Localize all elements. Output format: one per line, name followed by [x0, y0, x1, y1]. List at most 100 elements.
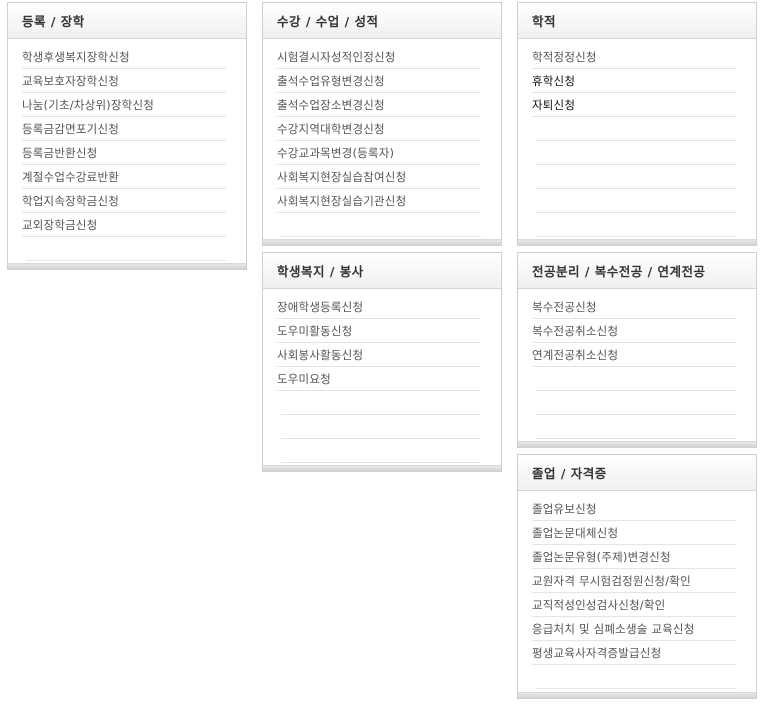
menu-row: 교직적성인성검사신청/확인	[532, 593, 736, 617]
menu-link[interactable]: 도우미요청	[277, 371, 331, 387]
panel-header: 등록 / 장학	[8, 3, 246, 39]
panel-links-course-class-grade: 시험결시자성적인정신청출석수업유형변경신청출석수업장소변경신청수강지역대학변경신…	[263, 39, 501, 237]
menu-row: 평생교육사자격증발급신청	[532, 641, 736, 665]
menu-row: 자퇴신청	[532, 93, 736, 117]
menu-row: 복수전공취소신청	[532, 319, 736, 343]
panel-links-graduation-certificate: 졸업유보신청졸업논문대체신청졸업논문유형(주제)변경신청교원자격 무시험검정원신…	[518, 491, 756, 689]
menu-link[interactable]: 수강지역대학변경신청	[277, 121, 385, 137]
panel-footer	[518, 239, 756, 245]
menu-row: 계절수업수강료반환	[22, 165, 226, 189]
panel-academic-record: 학적 학적정정신청휴학신청자퇴신청	[517, 2, 757, 246]
menu-row: 시험결시자성적인정신청	[277, 45, 481, 69]
menu-row: 졸업논문대체신청	[532, 521, 736, 545]
empty-row	[536, 189, 736, 213]
menu-link[interactable]: 계절수업수강료반환	[22, 169, 119, 185]
empty-row	[26, 237, 226, 261]
menu-row: 나눔(기초/차상위)장학신청	[22, 93, 226, 117]
menu-link[interactable]: 교직적성인성검사신청/확인	[532, 597, 665, 613]
panel-links-registration-scholarship: 학생후생복지장학신청교육보호자장학신청나눔(기초/차상위)장학신청등록금감면포기…	[8, 39, 246, 261]
menu-row: 교원자격 무시험검정원신청/확인	[532, 569, 736, 593]
menu-row: 도우미요청	[277, 367, 481, 391]
menu-link[interactable]: 휴학신청	[532, 73, 575, 89]
menu-link[interactable]: 출석수업장소변경신청	[277, 97, 385, 113]
panel-footer	[518, 441, 756, 447]
panel-footer	[518, 692, 756, 698]
menu-link[interactable]: 나눔(기초/차상위)장학신청	[22, 97, 154, 113]
empty-row	[536, 391, 736, 415]
menu-link[interactable]: 졸업논문대체신청	[532, 525, 618, 541]
panel-graduation-certificate: 졸업 / 자격증 졸업유보신청졸업논문대체신청졸업논문유형(주제)변경신청교원자…	[517, 454, 757, 699]
panel-header: 졸업 / 자격증	[518, 455, 756, 491]
panel-student-welfare-service: 학생복지 / 봉사 장애학생등록신청도우미활동신청사회봉사활동신청도우미요청	[262, 252, 502, 472]
empty-row	[536, 141, 736, 165]
menu-row: 출석수업유형변경신청	[277, 69, 481, 93]
panel-registration-scholarship: 등록 / 장학 학생후생복지장학신청교육보호자장학신청나눔(기초/차상위)장학신…	[7, 2, 247, 270]
menu-link[interactable]: 연계전공취소신청	[532, 347, 618, 363]
menu-row: 등록금감면포기신청	[22, 117, 226, 141]
menu-row: 수강교과목변경(등록자)	[277, 141, 481, 165]
panel-links-major: 복수전공신청복수전공취소신청연계전공취소신청	[518, 289, 756, 463]
menu-row: 응급처치 및 심폐소생술 교육신청	[532, 617, 736, 641]
menu-row: 수강지역대학변경신청	[277, 117, 481, 141]
menu-link[interactable]: 복수전공취소신청	[532, 323, 618, 339]
menu-link[interactable]: 학생후생복지장학신청	[22, 49, 130, 65]
panel-title-registration-scholarship: 등록 / 장학	[22, 14, 85, 29]
panel-header: 학생복지 / 봉사	[263, 253, 501, 289]
menu-link[interactable]: 사회봉사활동신청	[277, 347, 363, 363]
panel-course-class-grade: 수강 / 수업 / 성적 시험결시자성적인정신청출석수업유형변경신청출석수업장소…	[262, 2, 502, 246]
menu-link[interactable]: 교원자격 무시험검정원신청/확인	[532, 573, 691, 589]
menu-link[interactable]: 응급처치 및 심폐소생술 교육신청	[532, 621, 695, 637]
menu-link[interactable]: 자퇴신청	[532, 97, 575, 113]
empty-row	[536, 415, 736, 439]
menu-link[interactable]: 교외장학금신청	[22, 217, 97, 233]
panel-header: 학적	[518, 3, 756, 39]
menu-link[interactable]: 출석수업유형변경신청	[277, 73, 385, 89]
menu-link[interactable]: 졸업유보신청	[532, 501, 597, 517]
panel-title-student-welfare-service: 학생복지 / 봉사	[277, 264, 364, 279]
menu-row: 장애학생등록신청	[277, 295, 481, 319]
menu-link[interactable]: 등록금반환신청	[22, 145, 97, 161]
empty-row	[536, 367, 736, 391]
menu-row: 사회봉사활동신청	[277, 343, 481, 367]
empty-row	[536, 165, 736, 189]
menu-row: 사회복지현장실습참여신청	[277, 165, 481, 189]
menu-link[interactable]: 교육보호자장학신청	[22, 73, 119, 89]
empty-row	[281, 213, 481, 237]
menu-link[interactable]: 장애학생등록신청	[277, 299, 363, 315]
menu-link[interactable]: 도우미활동신청	[277, 323, 352, 339]
panel-footer	[263, 239, 501, 245]
empty-row	[281, 391, 481, 415]
menu-link[interactable]: 등록금감면포기신청	[22, 121, 119, 137]
empty-row	[536, 665, 736, 689]
panel-header: 전공분리 / 복수전공 / 연계전공	[518, 253, 756, 289]
menu-row: 등록금반환신청	[22, 141, 226, 165]
empty-row	[281, 415, 481, 439]
menu-link[interactable]: 복수전공신청	[532, 299, 597, 315]
menu-row: 학업지속장학금신청	[22, 189, 226, 213]
menu-link[interactable]: 시험결시자성적인정신청	[277, 49, 396, 65]
menu-row: 복수전공신청	[532, 295, 736, 319]
menu-link[interactable]: 평생교육사자격증발급신청	[532, 645, 661, 661]
panel-major: 전공분리 / 복수전공 / 연계전공 복수전공신청복수전공취소신청연계전공취소신…	[517, 252, 757, 463]
menu-link[interactable]: 학업지속장학금신청	[22, 193, 119, 209]
menu-row: 졸업유보신청	[532, 497, 736, 521]
panel-links-academic-record: 학적정정신청휴학신청자퇴신청	[518, 39, 756, 237]
menu-row: 학적정정신청	[532, 45, 736, 69]
panel-header: 수강 / 수업 / 성적	[263, 3, 501, 39]
panel-title-major: 전공분리 / 복수전공 / 연계전공	[532, 264, 706, 279]
menu-link[interactable]: 졸업논문유형(주제)변경신청	[532, 549, 671, 565]
panel-footer	[263, 465, 501, 471]
empty-row	[536, 213, 736, 237]
menu-link[interactable]: 수강교과목변경(등록자)	[277, 145, 394, 161]
menu-row: 교육보호자장학신청	[22, 69, 226, 93]
menu-link[interactable]: 사회복지현장실습기관신청	[277, 193, 406, 209]
menu-link[interactable]: 사회복지현장실습참여신청	[277, 169, 406, 185]
menu-link[interactable]: 학적정정신청	[532, 49, 597, 65]
empty-row	[281, 439, 481, 463]
menu-row: 사회복지현장실습기관신청	[277, 189, 481, 213]
menu-row: 학생후생복지장학신청	[22, 45, 226, 69]
menu-row: 연계전공취소신청	[532, 343, 736, 367]
panel-links-student-welfare-service: 장애학생등록신청도우미활동신청사회봉사활동신청도우미요청	[263, 289, 501, 463]
menu-row: 졸업논문유형(주제)변경신청	[532, 545, 736, 569]
panel-title-course-class-grade: 수강 / 수업 / 성적	[277, 14, 379, 29]
